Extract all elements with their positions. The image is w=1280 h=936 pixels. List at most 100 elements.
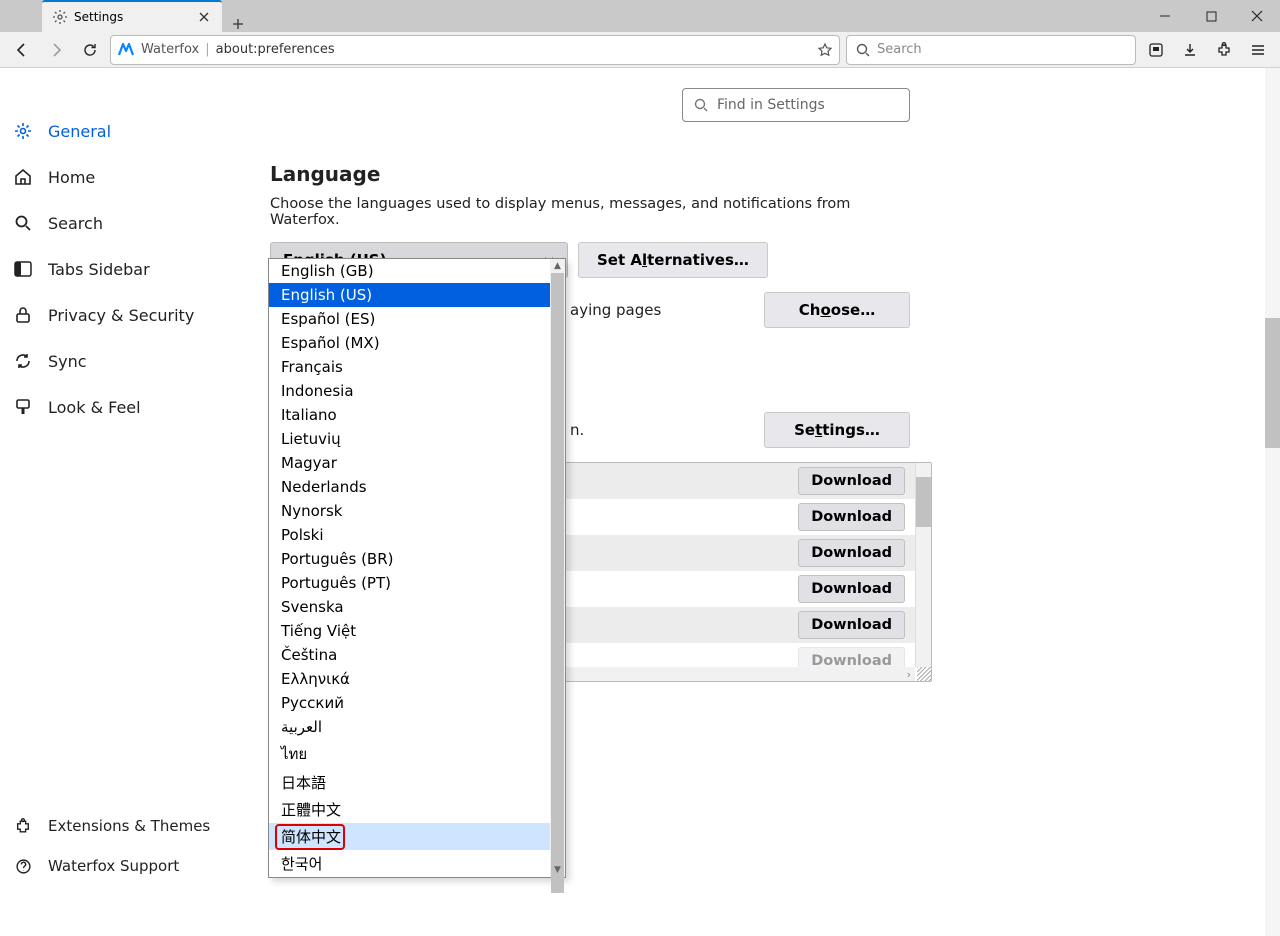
back-button[interactable]: [8, 36, 36, 64]
sidebar-item-privacy[interactable]: Privacy & Security: [0, 292, 250, 338]
dropdown-option[interactable]: Nederlands: [269, 475, 565, 499]
table-row: Download: [556, 571, 915, 607]
page-scrollbar[interactable]: [1265, 68, 1280, 936]
bookmark-star-icon[interactable]: [817, 42, 833, 58]
set-alternatives-button[interactable]: Set Alternatives…: [578, 242, 768, 278]
language-heading: Language: [270, 162, 910, 186]
download-button[interactable]: Download: [798, 503, 905, 531]
forward-button[interactable]: [42, 36, 70, 64]
sidebar-item-search[interactable]: Search: [0, 200, 250, 246]
home-icon: [12, 166, 34, 188]
dropdown-option[interactable]: العربية: [269, 715, 565, 739]
sidebar-support[interactable]: Waterfox Support: [0, 846, 250, 886]
webpage-language-fragment: aying pages: [570, 301, 661, 319]
close-window-button[interactable]: [1234, 0, 1280, 32]
sidebar-item-label: Waterfox Support: [48, 857, 179, 875]
dropdown-option[interactable]: Español (MX): [269, 331, 565, 355]
waterfox-logo-icon: [117, 41, 135, 59]
sidebar-item-label: Home: [48, 168, 95, 187]
identity-label: Waterfox: [141, 42, 199, 57]
dropdown-option[interactable]: Magyar: [269, 451, 565, 475]
dropdown-option[interactable]: Español (ES): [269, 307, 565, 331]
navigation-toolbar: Waterfox | about:preferences Search: [0, 32, 1280, 68]
sidebar-item-label: Search: [48, 214, 103, 233]
dropdown-option[interactable]: Lietuvių: [269, 427, 565, 451]
dropdown-option[interactable]: Čeština: [269, 643, 565, 667]
main-content: General Home Search Tabs Sidebar Privacy…: [0, 68, 1280, 936]
dropdown-option[interactable]: Polski: [269, 523, 565, 547]
find-in-settings-input[interactable]: Find in Settings: [682, 88, 910, 122]
window-controls: [1142, 0, 1280, 32]
dropdown-option[interactable]: Nynorsk: [269, 499, 565, 523]
dropdown-option[interactable]: Indonesia: [269, 379, 565, 403]
gear-icon: [12, 120, 34, 142]
download-button[interactable]: Download: [798, 575, 905, 603]
sidebar-item-label: General: [48, 122, 111, 141]
dropdown-option[interactable]: Русский: [269, 691, 565, 715]
dropdown-option[interactable]: Português (PT): [269, 571, 565, 595]
dropdown-option[interactable]: Svenska: [269, 595, 565, 619]
app-menu-button[interactable]: [1244, 36, 1272, 64]
reload-button[interactable]: [76, 36, 104, 64]
dropdown-option[interactable]: 正體中文: [269, 796, 565, 823]
dropdown-option[interactable]: 简体中文: [269, 823, 565, 850]
language-dropdown: English (GB)English (US)Español (ES)Espa…: [268, 258, 566, 878]
dropdown-option[interactable]: Ελληνικά: [269, 667, 565, 691]
find-placeholder: Find in Settings: [717, 97, 825, 113]
dropdown-option[interactable]: Français: [269, 355, 565, 379]
url-bar[interactable]: Waterfox | about:preferences: [110, 35, 840, 65]
tab-strip: Settings: [0, 0, 254, 32]
gear-icon: [52, 9, 68, 25]
dropdown-option[interactable]: Tiếng Việt: [269, 619, 565, 643]
url-separator: |: [205, 42, 209, 57]
minimize-button[interactable]: [1142, 0, 1188, 32]
extensions-button[interactable]: [1210, 36, 1238, 64]
sidebar-icon: [12, 258, 34, 280]
table-row: Download: [556, 535, 915, 571]
translations-desc-fragment: n.: [570, 421, 584, 439]
download-button[interactable]: Download: [798, 611, 905, 639]
sidebar-item-label: Privacy & Security: [48, 306, 194, 325]
sidebar-item-sync[interactable]: Sync: [0, 338, 250, 384]
sidebar-extensions-themes[interactable]: Extensions & Themes: [0, 806, 250, 846]
resize-grip[interactable]: [917, 667, 931, 681]
sidebar-item-label: Sync: [48, 352, 87, 371]
download-button[interactable]: Download: [798, 467, 905, 495]
new-tab-button[interactable]: [222, 16, 254, 32]
sync-icon: [12, 350, 34, 372]
search-bar[interactable]: Search: [846, 35, 1136, 65]
downloads-button[interactable]: [1176, 36, 1204, 64]
dropdown-option[interactable]: 日本語: [269, 769, 565, 796]
translations-settings-button[interactable]: Settings…: [764, 412, 910, 448]
url-text: about:preferences: [216, 42, 335, 57]
table-row: Download: [556, 643, 915, 667]
categories-sidebar: General Home Search Tabs Sidebar Privacy…: [0, 68, 250, 936]
find-in-settings-wrap: Find in Settings: [682, 88, 1280, 122]
dropdown-option[interactable]: English (GB): [269, 259, 565, 283]
search-icon: [855, 42, 871, 58]
table-scrollbar[interactable]: [915, 463, 931, 667]
help-icon: [12, 855, 34, 877]
sidebar-item-look-feel[interactable]: Look & Feel: [0, 384, 250, 430]
sidebar-item-general[interactable]: General: [0, 108, 250, 154]
dropdown-option[interactable]: ไทย: [269, 739, 565, 769]
identity-box[interactable]: Waterfox: [117, 41, 199, 59]
choose-button[interactable]: Choose…: [764, 292, 910, 328]
browser-tab[interactable]: Settings: [42, 0, 222, 32]
sidebar-item-tabs-sidebar[interactable]: Tabs Sidebar: [0, 246, 250, 292]
save-to-pocket-button[interactable]: [1142, 36, 1170, 64]
maximize-button[interactable]: [1188, 0, 1234, 32]
sidebar-item-label: Extensions & Themes: [48, 817, 210, 835]
sidebar-item-label: Look & Feel: [48, 398, 141, 417]
dropdown-scrollbar[interactable]: ▲ ▼: [550, 259, 565, 877]
sidebar-item-home[interactable]: Home: [0, 154, 250, 200]
dropdown-option[interactable]: Italiano: [269, 403, 565, 427]
dropdown-option[interactable]: Português (BR): [269, 547, 565, 571]
download-button[interactable]: Download: [798, 647, 905, 667]
tab-close-button[interactable]: [196, 9, 212, 25]
search-placeholder: Search: [877, 42, 922, 57]
dropdown-option[interactable]: 한국어: [269, 850, 565, 877]
dropdown-option[interactable]: English (US): [269, 283, 565, 307]
download-button[interactable]: Download: [798, 539, 905, 567]
language-description: Choose the languages used to display men…: [270, 196, 910, 228]
